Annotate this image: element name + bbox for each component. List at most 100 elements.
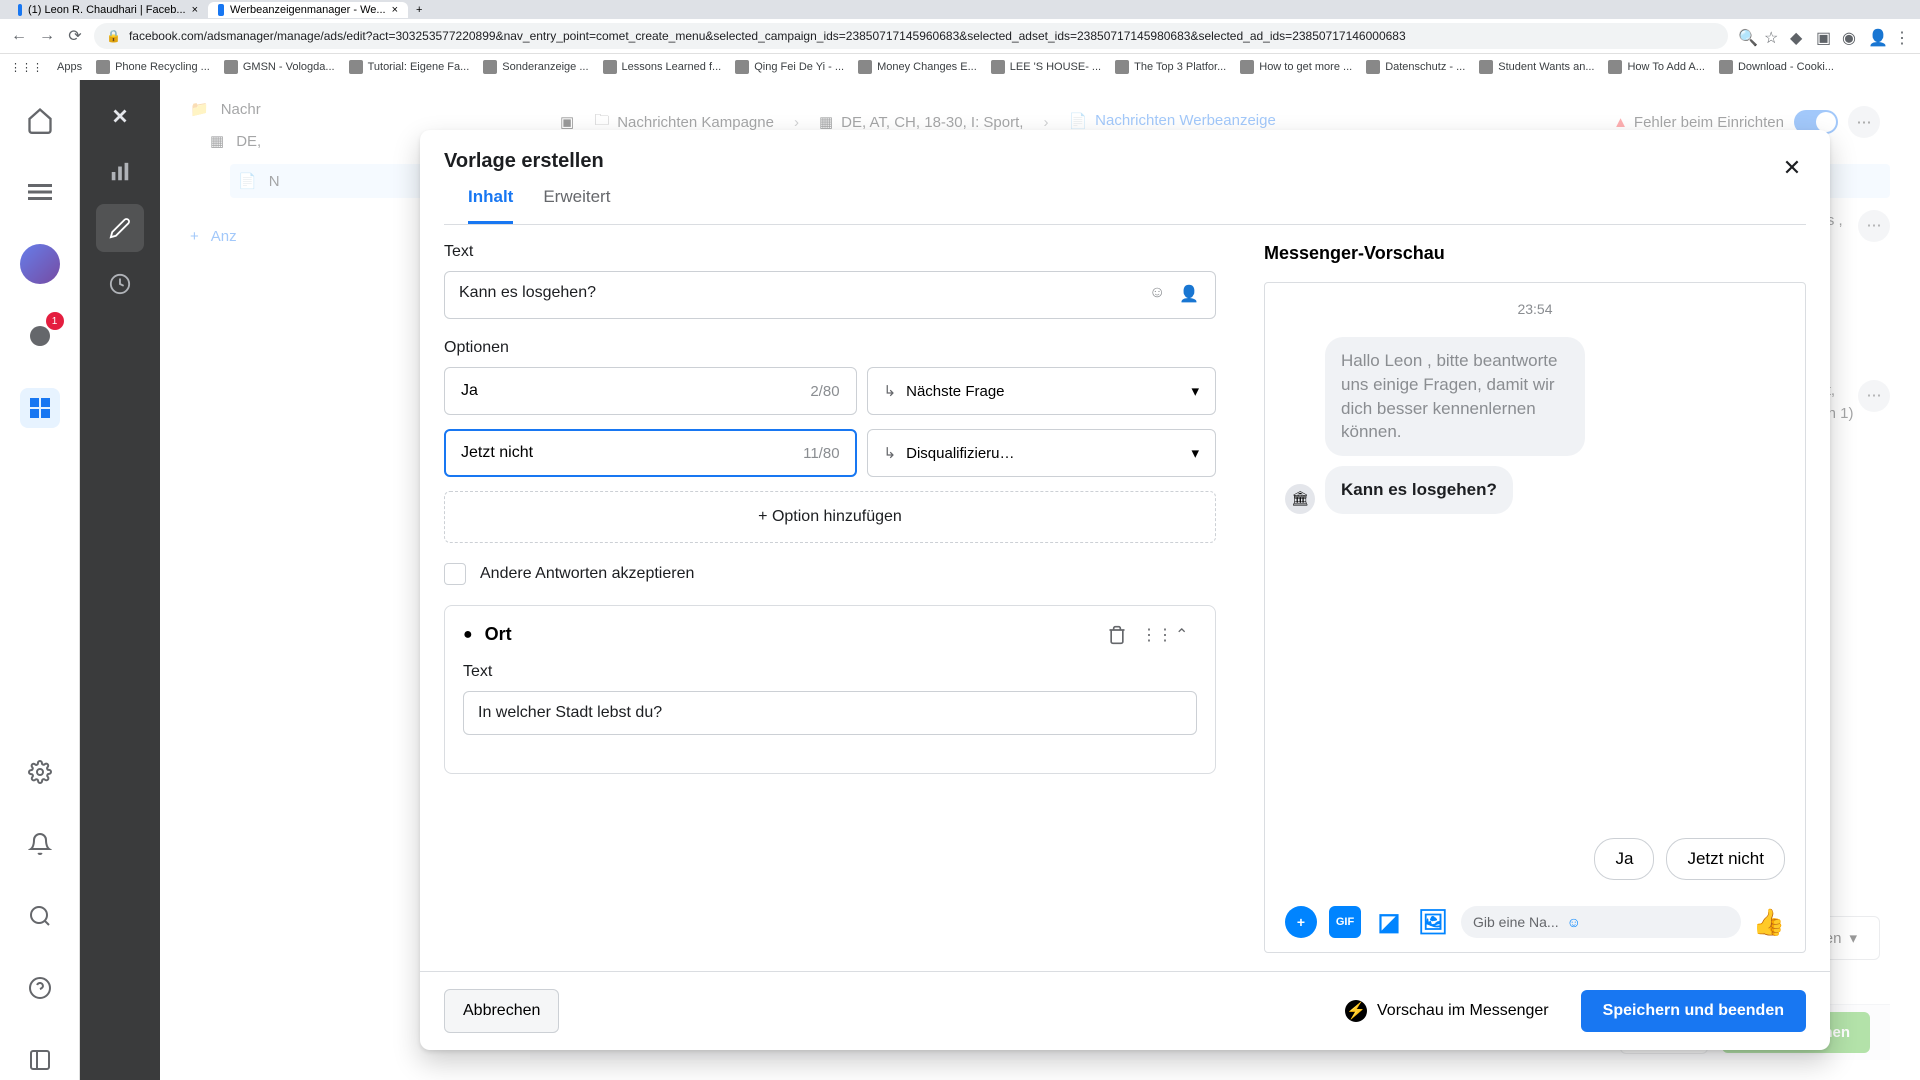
quick-reply-2[interactable]: Jetzt nicht bbox=[1666, 838, 1785, 880]
msg-greeting: Hallo Leon , bitte beantworte uns einige… bbox=[1325, 337, 1585, 456]
home-icon[interactable] bbox=[20, 100, 60, 140]
quick-reply-1[interactable]: Ja bbox=[1594, 838, 1654, 880]
close-tab-icon[interactable]: × bbox=[392, 4, 398, 16]
bookmark-item[interactable]: How to get more ... bbox=[1240, 60, 1352, 74]
back-icon[interactable]: ← bbox=[10, 27, 28, 45]
url-field[interactable]: 🔒 facebook.com/adsmanager/manage/ads/edi… bbox=[94, 23, 1728, 49]
close-icon[interactable] bbox=[96, 92, 144, 140]
bookmark-item[interactable]: Phone Recycling ... bbox=[96, 60, 210, 74]
tab-bar: (1) Leon R. Chaudhari | Faceb... × Werbe… bbox=[0, 0, 1920, 19]
plus-icon[interactable]: + bbox=[1285, 906, 1317, 938]
question-card-ort: ● Ort ⋮⋮ ⌃ Text In welcher Stadt lebst d… bbox=[444, 605, 1216, 774]
image-icon[interactable]: 🖼 bbox=[1417, 906, 1449, 938]
bookmark-item[interactable]: Download - Cooki... bbox=[1719, 60, 1834, 74]
text-label: Text bbox=[444, 243, 1216, 261]
reload-icon[interactable]: ⟳ bbox=[66, 27, 84, 45]
tab-advanced[interactable]: Erweitert bbox=[543, 187, 610, 224]
bookmark-item[interactable]: The Top 3 Platfor... bbox=[1115, 60, 1226, 74]
ads-manager-icon[interactable] bbox=[20, 388, 60, 428]
emoji-icon[interactable]: ☺ bbox=[1567, 914, 1581, 930]
option-value: Jetzt nicht bbox=[461, 444, 533, 462]
zoom-icon[interactable]: 🔍 bbox=[1738, 28, 1754, 44]
ext-icon[interactable]: ◆ bbox=[1790, 28, 1806, 44]
checkbox-label: Andere Antworten akzeptieren bbox=[480, 565, 694, 583]
tab-content[interactable]: Inhalt bbox=[468, 187, 513, 224]
checkbox[interactable] bbox=[444, 563, 466, 585]
thumb-up-icon[interactable]: 👍 bbox=[1753, 907, 1785, 938]
option-input-2[interactable]: Jetzt nicht 11/80 bbox=[444, 429, 857, 477]
collapse-icon[interactable] bbox=[20, 1040, 60, 1080]
accept-other-row[interactable]: Andere Antworten akzeptieren bbox=[444, 563, 1216, 585]
quick-replies: Ja Jetzt nicht bbox=[1285, 828, 1785, 896]
star-icon[interactable]: ☆ bbox=[1764, 28, 1780, 44]
settings-icon[interactable] bbox=[20, 752, 60, 792]
bookmark-item[interactable]: GMSN - Vologda... bbox=[224, 60, 335, 74]
search-icon[interactable] bbox=[20, 896, 60, 936]
apps-icon[interactable]: ⋮⋮⋮ bbox=[10, 61, 43, 74]
action-label: Nächste Frage bbox=[906, 383, 1004, 400]
cancel-button[interactable]: Abbrechen bbox=[444, 989, 559, 1033]
ext3-icon[interactable]: ◉ bbox=[1842, 28, 1858, 44]
bookmark-icon bbox=[349, 60, 363, 74]
question-text-input-2[interactable]: In welcher Stadt lebst du? bbox=[463, 691, 1197, 735]
text-value: In welcher Stadt lebst du? bbox=[478, 704, 1182, 722]
preview-pane: Messenger-Vorschau 23:54 Hallo Leon , bi… bbox=[1240, 225, 1830, 971]
emoji-icon[interactable]: ☺ bbox=[1149, 284, 1171, 306]
profile-icon[interactable]: 👤 bbox=[1868, 28, 1884, 44]
message-input[interactable]: Gib eine Na... ☺ bbox=[1461, 906, 1741, 938]
bookmark-item[interactable]: Datenschutz - ... bbox=[1366, 60, 1465, 74]
bookmark-item[interactable]: Apps bbox=[57, 61, 82, 73]
help-icon[interactable] bbox=[20, 968, 60, 1008]
msg-avatar-icon: 🏛 bbox=[1285, 484, 1315, 514]
bookmark-icon bbox=[483, 60, 497, 74]
bell-icon[interactable] bbox=[20, 824, 60, 864]
alerts-icon[interactable]: 1 bbox=[20, 316, 60, 356]
preview-messenger-button[interactable]: ⚡ Vorschau im Messenger bbox=[1327, 988, 1567, 1034]
edit-icon[interactable] bbox=[96, 204, 144, 252]
new-tab-icon[interactable]: + bbox=[408, 4, 430, 16]
close-tab-icon[interactable]: × bbox=[192, 4, 198, 16]
bookmark-icon bbox=[1719, 60, 1733, 74]
bookmarks-bar: ⋮⋮⋮ Apps Phone Recycling ... GMSN - Volo… bbox=[0, 53, 1920, 80]
favicon-icon bbox=[18, 4, 22, 16]
content-area: 📁 Nachr ▦ DE, 📄 N + Anz ▣ 🗀 Nachrichten … bbox=[160, 80, 1920, 1080]
bookmark-icon bbox=[224, 60, 238, 74]
sticker-icon[interactable]: ◪ bbox=[1373, 906, 1405, 938]
text-value: Kann es losgehen? bbox=[459, 284, 1139, 302]
gif-icon[interactable]: GIF bbox=[1329, 906, 1361, 938]
messenger-frame: 23:54 Hallo Leon , bitte beantworte uns … bbox=[1264, 282, 1806, 953]
option-input-1[interactable]: Ja 2/80 bbox=[444, 367, 857, 415]
option-action-2[interactable]: ↳ Disqualifizieru… ▾ bbox=[867, 429, 1216, 477]
url-text: facebook.com/adsmanager/manage/ads/edit?… bbox=[129, 29, 1406, 43]
msg-time: 23:54 bbox=[1285, 301, 1785, 317]
browser-tab-2[interactable]: Werbeanzeigenmanager - We... × bbox=[208, 2, 408, 18]
bookmark-item[interactable]: Lessons Learned f... bbox=[603, 60, 722, 74]
save-button[interactable]: Speichern und beenden bbox=[1581, 990, 1806, 1032]
bookmark-item[interactable]: How To Add A... bbox=[1608, 60, 1704, 74]
chevron-up-icon[interactable]: ⌃ bbox=[1175, 625, 1197, 645]
add-option-button[interactable]: + Option hinzufügen bbox=[444, 491, 1216, 543]
bookmark-item[interactable]: Qing Fei De Yi - ... bbox=[735, 60, 844, 74]
chart-icon[interactable] bbox=[96, 148, 144, 196]
bookmark-item[interactable]: LEE 'S HOUSE- ... bbox=[991, 60, 1101, 74]
avatar-icon[interactable] bbox=[20, 244, 60, 284]
bookmark-item[interactable]: Sonderanzeige ... bbox=[483, 60, 588, 74]
bookmark-item[interactable]: Money Changes E... bbox=[858, 60, 977, 74]
person-icon[interactable]: 👤 bbox=[1179, 284, 1201, 306]
menu-icon[interactable]: ⋮ bbox=[1894, 28, 1910, 44]
toolbar-icons: 🔍 ☆ ◆ ▣ ◉ 👤 ⋮ bbox=[1738, 28, 1910, 44]
ext2-icon[interactable]: ▣ bbox=[1816, 28, 1832, 44]
forward-icon[interactable]: → bbox=[38, 27, 56, 45]
close-icon[interactable]: ✕ bbox=[1774, 150, 1810, 186]
menu-icon[interactable] bbox=[20, 172, 60, 212]
bookmark-item[interactable]: Tutorial: Eigene Fa... bbox=[349, 60, 470, 74]
trash-icon[interactable] bbox=[1107, 625, 1129, 645]
bookmark-icon bbox=[1366, 60, 1380, 74]
bookmark-item[interactable]: Student Wants an... bbox=[1479, 60, 1594, 74]
option-action-1[interactable]: ↳ Nächste Frage ▾ bbox=[867, 367, 1216, 415]
browser-tab-1[interactable]: (1) Leon R. Chaudhari | Faceb... × bbox=[8, 2, 208, 18]
badge: 1 bbox=[46, 312, 64, 330]
question-text-input[interactable]: Kann es losgehen? ☺ 👤 bbox=[444, 271, 1216, 319]
clock-icon[interactable] bbox=[96, 260, 144, 308]
drag-icon[interactable]: ⋮⋮ bbox=[1141, 625, 1163, 645]
